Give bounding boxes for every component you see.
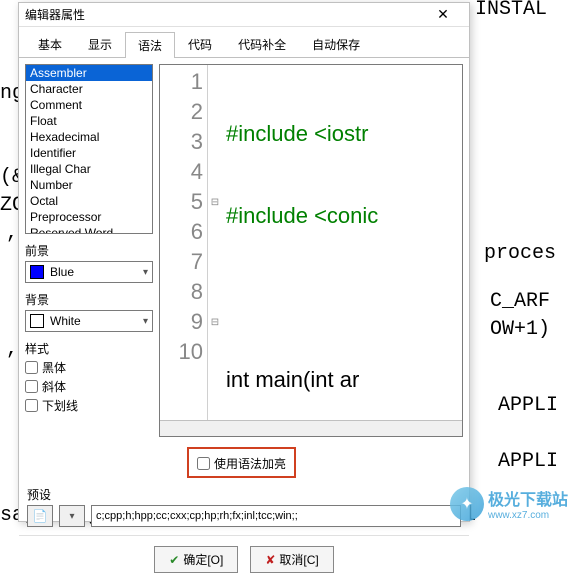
ok-button[interactable]: ✔ 确定[O] (154, 546, 238, 573)
preset-open-button[interactable]: 📄 (27, 505, 53, 527)
bg-text: C_ARF (490, 290, 550, 313)
bold-checkbox[interactable] (25, 361, 38, 374)
list-item[interactable]: Hexadecimal (26, 129, 152, 145)
check-icon: ✔ (169, 553, 179, 567)
token-type-list[interactable]: Assembler Character Comment Float Hexade… (25, 64, 153, 234)
chevron-down-icon: ▾ (69, 511, 74, 522)
cross-icon: ✘ (265, 553, 275, 567)
background-color-select[interactable]: White ▾ (25, 310, 153, 332)
editor-properties-dialog: 编辑器属性 ✕ 基本 显示 语法 代码 代码补全 自动保存 Assembler … (18, 2, 470, 522)
syntax-highlight-checkbox[interactable] (197, 457, 210, 470)
list-item[interactable]: Number (26, 177, 152, 193)
list-item[interactable]: Illegal Char (26, 161, 152, 177)
ok-label: 确定[O] (183, 551, 223, 568)
list-item[interactable]: Octal (26, 193, 152, 209)
color-name: White (50, 314, 81, 328)
underline-checkbox[interactable] (25, 399, 38, 412)
list-item[interactable]: Preprocessor (26, 209, 152, 225)
color-swatch (30, 314, 44, 328)
close-button[interactable]: ✕ (423, 4, 463, 26)
italic-label: 斜体 (42, 378, 66, 395)
list-item[interactable]: Reserved Word (26, 225, 152, 234)
dialog-title: 编辑器属性 (25, 6, 423, 23)
bg-text: proces (484, 242, 556, 265)
bg-text: OW+1) (490, 318, 550, 341)
color-swatch (30, 265, 44, 279)
style-label: 样式 (25, 340, 153, 357)
bg-text: INSTAL (475, 0, 547, 21)
horizontal-scrollbar[interactable] (160, 420, 462, 436)
tab-completion[interactable]: 代码补全 (225, 31, 299, 57)
bg-text: , (6, 338, 18, 361)
underline-label: 下划线 (42, 397, 78, 414)
preset-dropdown-button[interactable]: ▾ (59, 505, 85, 527)
color-name: Blue (50, 265, 74, 279)
code-content[interactable]: #include <iostr #include <conic int main… (222, 65, 462, 420)
bold-label: 黑体 (42, 359, 66, 376)
chevron-down-icon: ▾ (143, 316, 148, 327)
watermark: ✦ 极光下载站 www.xz7.com (450, 486, 568, 521)
list-item[interactable]: Float (26, 113, 152, 129)
background-label: 背景 (25, 291, 153, 308)
foreground-color-select[interactable]: Blue ▾ (25, 261, 153, 283)
italic-checkbox[interactable] (25, 380, 38, 393)
left-panel: Assembler Character Comment Float Hexade… (19, 58, 159, 443)
line-number-gutter: 12345678910 (160, 65, 208, 420)
preset-extensions-input[interactable] (91, 505, 461, 527)
bg-text: APPLI (498, 450, 558, 473)
bg-text: , (6, 222, 18, 245)
titlebar[interactable]: 编辑器属性 ✕ (19, 3, 469, 27)
preview-panel: 12345678910 ⊟⊟ #include <iostr #include … (159, 58, 469, 443)
syntax-highlight-container: 使用语法加亮 (187, 447, 296, 478)
tab-syntax[interactable]: 语法 (125, 32, 175, 58)
foreground-label: 前景 (25, 242, 153, 259)
list-item[interactable]: Identifier (26, 145, 152, 161)
fold-gutter: ⊟⊟ (208, 65, 222, 420)
folder-icon: 📄 (33, 509, 48, 523)
list-item[interactable]: Character (26, 81, 152, 97)
tab-bar: 基本 显示 语法 代码 代码补全 自动保存 (19, 27, 469, 58)
tab-autosave[interactable]: 自动保存 (299, 31, 373, 57)
chevron-down-icon: ▾ (143, 267, 148, 278)
tab-basic[interactable]: 基本 (25, 31, 75, 57)
cancel-label: 取消[C] (279, 551, 318, 568)
watermark-url: www.xz7.com (488, 510, 568, 521)
preset-label: 预设 (27, 486, 51, 503)
tab-code[interactable]: 代码 (175, 31, 225, 57)
watermark-logo-icon: ✦ (450, 487, 484, 521)
syntax-highlight-label: 使用语法加亮 (214, 455, 286, 472)
watermark-name: 极光下载站 (488, 486, 568, 510)
list-item[interactable]: Assembler (26, 65, 152, 81)
bg-text: APPLI (498, 394, 558, 417)
code-preview: 12345678910 ⊟⊟ #include <iostr #include … (159, 64, 463, 437)
tab-display[interactable]: 显示 (75, 31, 125, 57)
cancel-button[interactable]: ✘ 取消[C] (250, 546, 333, 573)
list-item[interactable]: Comment (26, 97, 152, 113)
